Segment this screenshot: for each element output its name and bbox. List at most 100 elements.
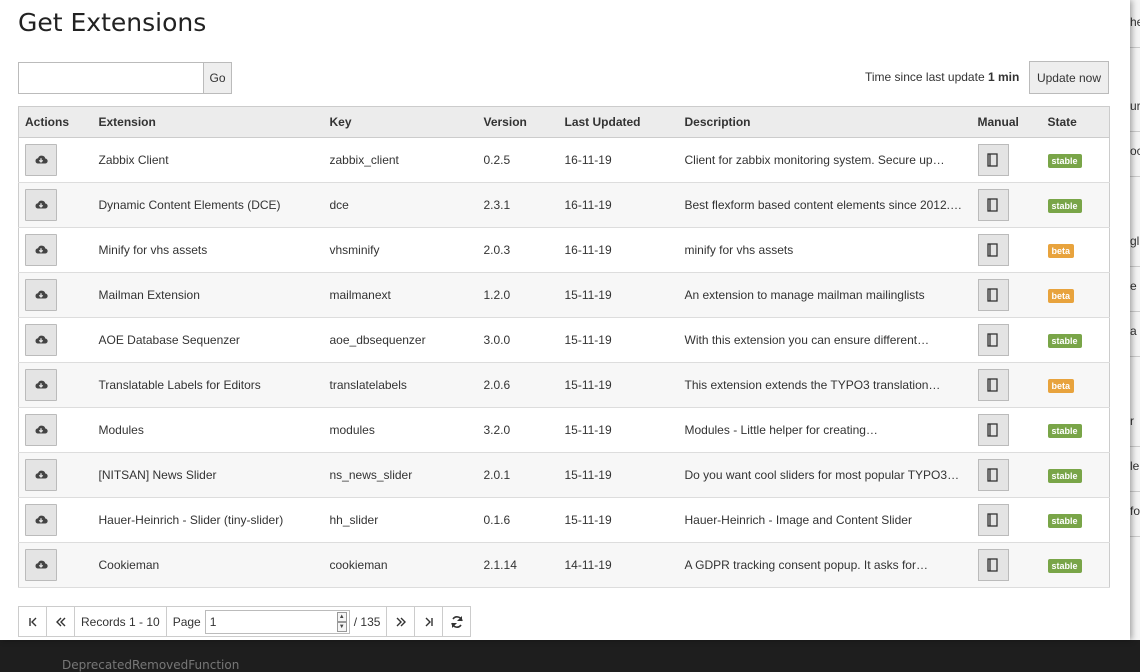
extension-version: 3.0.0 — [477, 317, 559, 363]
download-icon — [35, 335, 48, 344]
pagination: Records 1 - 10 Page 1 ▲ ▼ / 135 — [18, 606, 472, 637]
manual-button[interactable] — [977, 324, 1009, 356]
column-header-key[interactable]: Key — [323, 106, 478, 138]
manual-button[interactable] — [977, 504, 1009, 536]
table-row: AOE Database Sequenzer aoe_dbsequenzer 3.0… — [18, 317, 1110, 363]
next-page-icon — [396, 617, 406, 626]
extension-key: mailmanext — [323, 272, 478, 318]
extension-version: 2.0.3 — [477, 227, 559, 273]
background-text: DeprecatedRemovedFunction — [62, 658, 240, 672]
background-fragment: e — [1130, 279, 1137, 293]
manual-button[interactable] — [977, 414, 1009, 446]
extension-name: Modules — [92, 407, 324, 453]
extension-last-updated: 15-11-19 — [558, 452, 679, 498]
extension-name: Dynamic Content Elements (DCE) — [92, 182, 324, 228]
extension-last-updated: 14-11-19 — [558, 542, 679, 588]
manual-button[interactable] — [977, 234, 1009, 266]
manual-icon — [987, 378, 998, 392]
spin-down-icon[interactable]: ▼ — [336, 621, 347, 632]
state-badge: stable — [1047, 333, 1082, 348]
background-divider — [1130, 491, 1140, 492]
state-badge: stable — [1047, 153, 1082, 168]
download-button[interactable] — [25, 414, 57, 446]
spin-up-icon[interactable]: ▲ — [336, 611, 347, 622]
state-badge: stable — [1047, 513, 1082, 528]
previous-page-button[interactable] — [46, 606, 75, 637]
table-row: Minify for vhs assets vhsminify 2.0.3 16-11… — [18, 227, 1110, 273]
download-button[interactable] — [25, 369, 57, 401]
last-page-icon — [425, 617, 433, 626]
download-button[interactable] — [25, 459, 57, 491]
extension-last-updated: 16-11-19 — [558, 137, 679, 183]
download-button[interactable] — [25, 189, 57, 221]
column-header-extension[interactable]: Extension — [92, 106, 324, 138]
extension-description: A GDPR tracking consent popup. It asks f… — [678, 542, 972, 588]
background-divider — [1130, 131, 1140, 132]
download-icon — [35, 380, 48, 389]
background-divider — [1130, 176, 1140, 177]
download-button[interactable] — [25, 279, 57, 311]
extension-last-updated: 15-11-19 — [558, 272, 679, 318]
next-page-button[interactable] — [386, 606, 416, 637]
background-divider — [1130, 536, 1140, 537]
background-fragment: a — [1130, 324, 1137, 338]
page-total: / 135 — [353, 614, 381, 629]
column-header-version[interactable]: Version — [477, 106, 559, 138]
page-number-value: 1 — [209, 614, 217, 629]
column-header-last-updated[interactable]: Last Updated — [558, 106, 679, 138]
extension-last-updated: 15-11-19 — [558, 407, 679, 453]
download-button[interactable] — [25, 144, 57, 176]
extension-name: AOE Database Sequenzer — [92, 317, 324, 363]
manual-button[interactable] — [977, 144, 1009, 176]
page-number-input[interactable]: 1 ▲ ▼ — [204, 609, 350, 634]
table-row: Zabbix Client zabbix_client 0.2.5 16-11-19 C… — [18, 137, 1110, 183]
manual-button[interactable] — [977, 369, 1009, 401]
extension-name: Minify for vhs assets — [92, 227, 324, 273]
manual-icon — [987, 513, 998, 527]
state-badge: beta — [1047, 243, 1075, 258]
download-icon — [35, 425, 48, 434]
background-divider — [1130, 266, 1140, 267]
previous-page-icon — [55, 617, 65, 626]
table-row: Mailman Extension mailmanext 1.2.0 15-11-19… — [18, 272, 1110, 318]
manual-button[interactable] — [977, 549, 1009, 581]
extension-key: modules — [323, 407, 478, 453]
search-input[interactable] — [18, 62, 203, 94]
extension-key: dce — [323, 182, 478, 228]
manual-button[interactable] — [977, 459, 1009, 491]
first-page-button[interactable] — [18, 606, 47, 637]
extension-name: Hauer-Heinrich - Slider (tiny-slider) — [92, 497, 324, 543]
download-button[interactable] — [25, 549, 57, 581]
extension-key: hh_slider — [323, 497, 478, 543]
download-button[interactable] — [25, 324, 57, 356]
extension-name: Zabbix Client — [92, 137, 324, 183]
background-page: he ur oc gl e a r le fo — [1130, 0, 1140, 640]
extension-key: vhsminify — [323, 227, 478, 273]
page-spinner[interactable]: ▲ ▼ — [336, 611, 347, 632]
background-fragment: le — [1130, 459, 1140, 473]
background-fragment: fo — [1130, 504, 1140, 518]
download-icon — [35, 200, 48, 209]
manual-icon — [987, 423, 998, 437]
update-now-button[interactable]: Update now — [1029, 61, 1109, 94]
get-extensions-modal: Get Extensions Go Time since last update… — [0, 0, 1130, 640]
extension-key: aoe_dbsequenzer — [323, 317, 478, 363]
manual-button[interactable] — [977, 189, 1009, 221]
download-button[interactable] — [25, 504, 57, 536]
download-icon — [35, 560, 48, 569]
last-page-button[interactable] — [414, 606, 444, 637]
manual-icon — [987, 333, 998, 347]
column-header-manual: Manual — [971, 106, 1042, 138]
extension-name: Mailman Extension — [92, 272, 324, 318]
download-icon — [35, 470, 48, 479]
column-header-state[interactable]: State — [1041, 106, 1110, 138]
download-button[interactable] — [25, 234, 57, 266]
refresh-button[interactable] — [442, 606, 472, 637]
go-button[interactable]: Go — [203, 62, 232, 94]
download-icon — [35, 515, 48, 524]
manual-button[interactable] — [977, 279, 1009, 311]
manual-icon — [987, 468, 998, 482]
page-label: Page — [172, 614, 201, 629]
column-header-description[interactable]: Description — [678, 106, 972, 138]
extension-key: cookieman — [323, 542, 478, 588]
